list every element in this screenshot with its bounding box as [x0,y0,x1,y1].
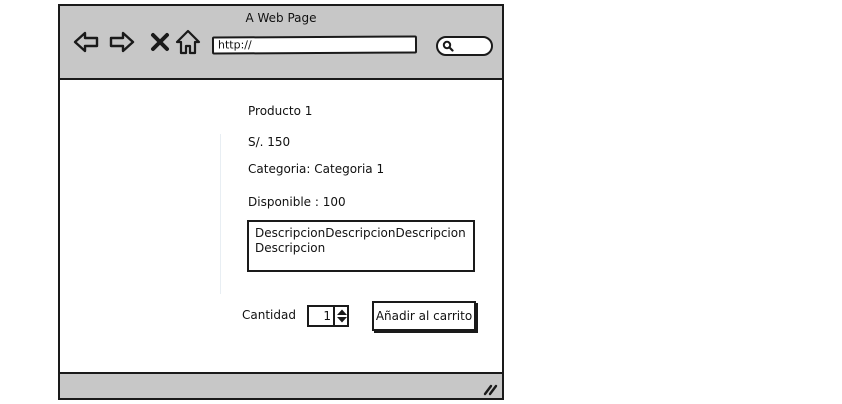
status-bar [60,372,502,398]
quantity-label: Cantidad [242,308,296,322]
stepper-divider [333,307,335,325]
add-to-cart-button[interactable]: Añadir al carrito [372,301,476,331]
quantity-value[interactable]: 1 [309,307,333,325]
window-title: A Web Page [245,11,317,25]
close-icon[interactable] [146,28,174,56]
home-icon[interactable] [174,28,202,56]
product-category: Categoria: Categoria 1 [248,162,385,176]
product-price: S/. 150 [248,135,291,149]
search-icon [442,40,454,52]
stepper-arrows-icon[interactable] [336,308,348,324]
divider [220,134,221,294]
title-bar: A Web Page http:// [60,6,502,80]
product-description: DescripcionDescripcionDescripcion Descri… [247,220,475,272]
forward-arrow-icon[interactable] [108,28,136,56]
product-name: Producto 1 [248,104,313,118]
back-arrow-icon[interactable] [72,28,100,56]
quantity-stepper[interactable]: 1 [307,305,349,327]
product-availability: Disponible : 100 [248,195,346,209]
search-box[interactable] [436,36,493,56]
url-input[interactable]: http:// [211,35,418,55]
resize-grip-icon[interactable] [482,382,498,396]
